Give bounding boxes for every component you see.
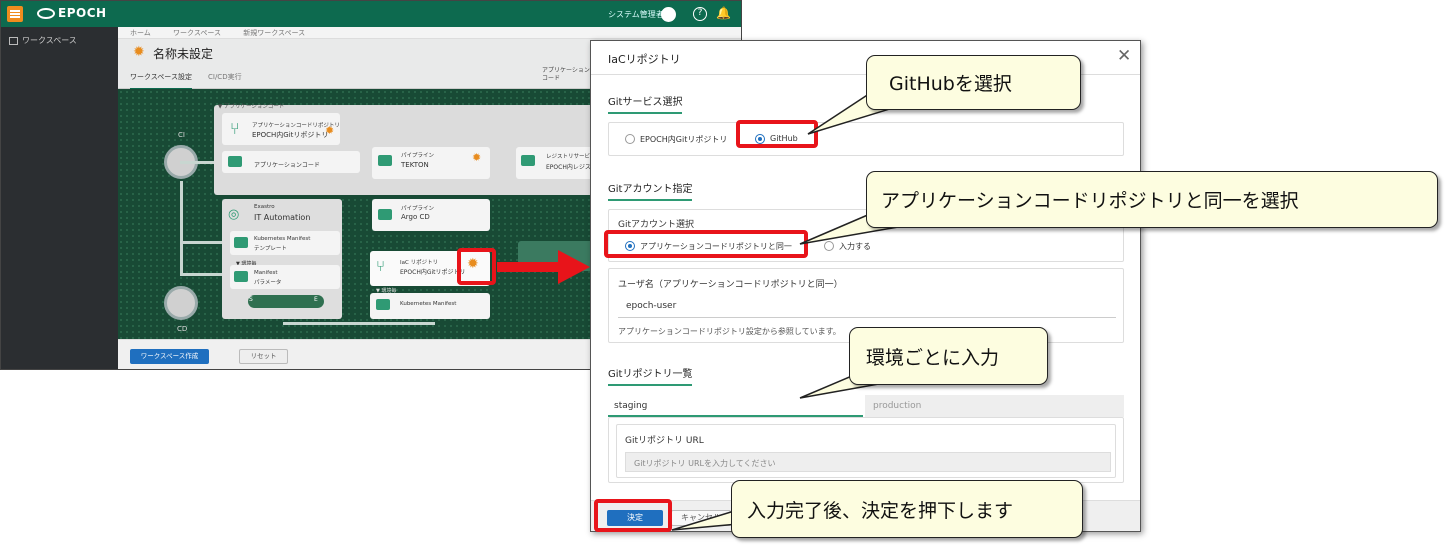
flow-line	[180, 181, 183, 273]
highlight-ok-button	[594, 499, 672, 532]
end-marker: E	[314, 296, 318, 303]
repo-url-label: Gitリポジトリ URL	[625, 436, 704, 446]
app-code-node-label: アプリケーションコード	[254, 162, 320, 169]
callout-select-same-account: アプリケーションコードリポジトリと同一を選択	[866, 171, 1438, 228]
radio-input[interactable]	[824, 241, 834, 251]
repo-url-inner: Gitリポジトリ URL Gitリポジトリ URLを入力してください	[616, 424, 1116, 478]
app-repo-title: EPOCH内Gitリポジトリ	[252, 131, 329, 139]
cd-label: CD	[177, 325, 188, 333]
manifest-param-1: Manifest	[254, 270, 278, 276]
username-field: epoch-user	[626, 301, 677, 311]
breadcrumb-home[interactable]: ホーム	[130, 29, 151, 37]
tab-staging-label: staging	[614, 401, 648, 411]
exastro-icon: ◎	[228, 207, 240, 222]
iac-repository-dialog: IaCリポジトリ ✕ Gitサービス選択 EPOCH内Gitリポジトリ GitH…	[590, 40, 1141, 532]
highlight-same-account	[604, 230, 808, 258]
page-title: 名称未設定	[153, 47, 214, 61]
help-icon[interactable]: ?	[693, 7, 707, 21]
radio-epoch-git[interactable]	[625, 134, 635, 144]
gear-icon[interactable]: ✹	[467, 256, 479, 272]
radio-epoch-git-label: EPOCH内Gitリポジトリ	[640, 135, 728, 144]
epoch-logo-icon	[37, 8, 55, 19]
tab-staging[interactable]: staging	[608, 395, 863, 417]
repo-list-title: Gitリポジトリ一覧	[608, 365, 693, 386]
cd-user-icon	[164, 286, 198, 320]
app-header: EPOCH システム管理者 ? 🔔	[1, 1, 741, 27]
git-service-panel: EPOCH内Gitリポジトリ GitHub	[608, 122, 1124, 156]
argo-icon	[378, 209, 392, 220]
registry-small: レジストリサービス	[546, 154, 596, 160]
username-note: アプリケーションコードリポジトリ設定から参照しています。	[618, 327, 841, 336]
username-label: ユーザ名（アプリケーションコードリポジトリと同一）	[618, 280, 843, 290]
tab-production-label: production	[873, 401, 922, 411]
repo-url-panel: Gitリポジトリ URL Gitリポジトリ URLを入力してください	[608, 417, 1124, 483]
cancel-button[interactable]: キャンセル	[671, 510, 731, 526]
close-icon[interactable]: ✕	[1117, 48, 1131, 65]
flow-line	[283, 322, 435, 325]
repo-url-input[interactable]: Gitリポジトリ URLを入力してください	[625, 452, 1111, 472]
highlight-github	[736, 120, 818, 148]
callout-select-github: GitHubを選択	[866, 55, 1081, 110]
create-workspace-button[interactable]: ワークスペース作成	[130, 349, 209, 364]
dialog-title: IaCリポジトリ	[608, 53, 681, 66]
bell-icon[interactable]: 🔔	[716, 7, 731, 19]
workspace-icon	[9, 36, 18, 45]
radio-input-label: 入力する	[839, 242, 871, 251]
flow-line	[180, 273, 226, 276]
reset-button[interactable]: リセット	[239, 349, 288, 364]
it-automation-title: IT Automation	[254, 213, 311, 222]
user-name: システム管理者	[608, 10, 664, 19]
manifest-icon	[234, 271, 248, 282]
sidebar: ワークスペース	[1, 27, 118, 369]
argo-small: パイプライン	[401, 206, 435, 212]
sidebar-item-label: ワークスペース	[22, 36, 77, 45]
git-branch-icon: ⑂	[230, 119, 240, 138]
app-code-label: アプリケーションコード	[542, 67, 590, 82]
k8s-template-2: テンプレート	[254, 246, 287, 252]
gear-icon[interactable]: ✹	[325, 124, 334, 137]
gear-icon[interactable]: ✹	[133, 44, 145, 60]
tab-cicd-run[interactable]: CI/CD実行	[208, 72, 242, 82]
code-icon	[228, 156, 242, 167]
flow-line	[180, 241, 226, 244]
callout-press-ok: 入力完了後、決定を押下します	[731, 480, 1083, 538]
git-branch-icon: ⑂	[376, 257, 386, 275]
tekton-title: TEKTON	[401, 161, 429, 169]
iac-small: IaC リポジトリ	[400, 260, 439, 266]
tab-production[interactable]: production	[865, 395, 1124, 417]
k8s-template-1: Kubernetes Manifest	[254, 236, 311, 242]
field-underline	[618, 317, 1116, 318]
tab-workspace-settings[interactable]: ワークスペース設定	[130, 72, 192, 90]
breadcrumb-new-workspace: 新規ワークスペース	[243, 29, 306, 37]
repo-url-placeholder: Gitリポジトリ URLを入力してください	[634, 459, 776, 468]
gear-icon[interactable]: ✹	[472, 151, 481, 164]
breadcrumb-workspace[interactable]: ワークスペース	[173, 29, 221, 37]
git-account-title: Gitアカウント指定	[608, 180, 693, 201]
callout-input-per-env: 環境ごとに入力	[849, 327, 1048, 385]
app-logo-text: EPOCH	[58, 6, 107, 20]
argo-title: Argo CD	[401, 213, 430, 221]
tekton-small: パイプライン	[401, 153, 435, 159]
cd-pipeline-bar	[248, 295, 324, 308]
breadcrumb: ホーム ワークスペース 新規ワークスペース	[118, 27, 741, 39]
git-service-title: Gitサービス選択	[608, 93, 683, 114]
k8s-cluster-node	[518, 241, 598, 271]
start-marker: S	[249, 296, 253, 303]
registry-icon	[521, 155, 535, 166]
manifest-param-2: パラメータ	[254, 280, 282, 286]
iac-title: EPOCH内Gitリポジトリ	[400, 269, 466, 276]
manifest-icon	[376, 299, 390, 310]
exastro-small: Exastro	[254, 204, 275, 210]
sidebar-item-workspace[interactable]: ワークスペース	[9, 35, 77, 46]
ci-label: CI	[178, 131, 185, 139]
manifest-icon	[234, 237, 248, 248]
menu-icon[interactable]	[7, 6, 23, 22]
avatar[interactable]	[661, 7, 676, 22]
git-account-select-label: Gitアカウント選択	[618, 220, 695, 230]
app-repo-node[interactable]	[222, 113, 340, 145]
pipeline-icon	[378, 155, 392, 166]
k8s-manifest-label: Kubernetes Manifest	[400, 301, 457, 307]
app-code-group-label: ▼ アプリケーションコード	[218, 104, 285, 110]
